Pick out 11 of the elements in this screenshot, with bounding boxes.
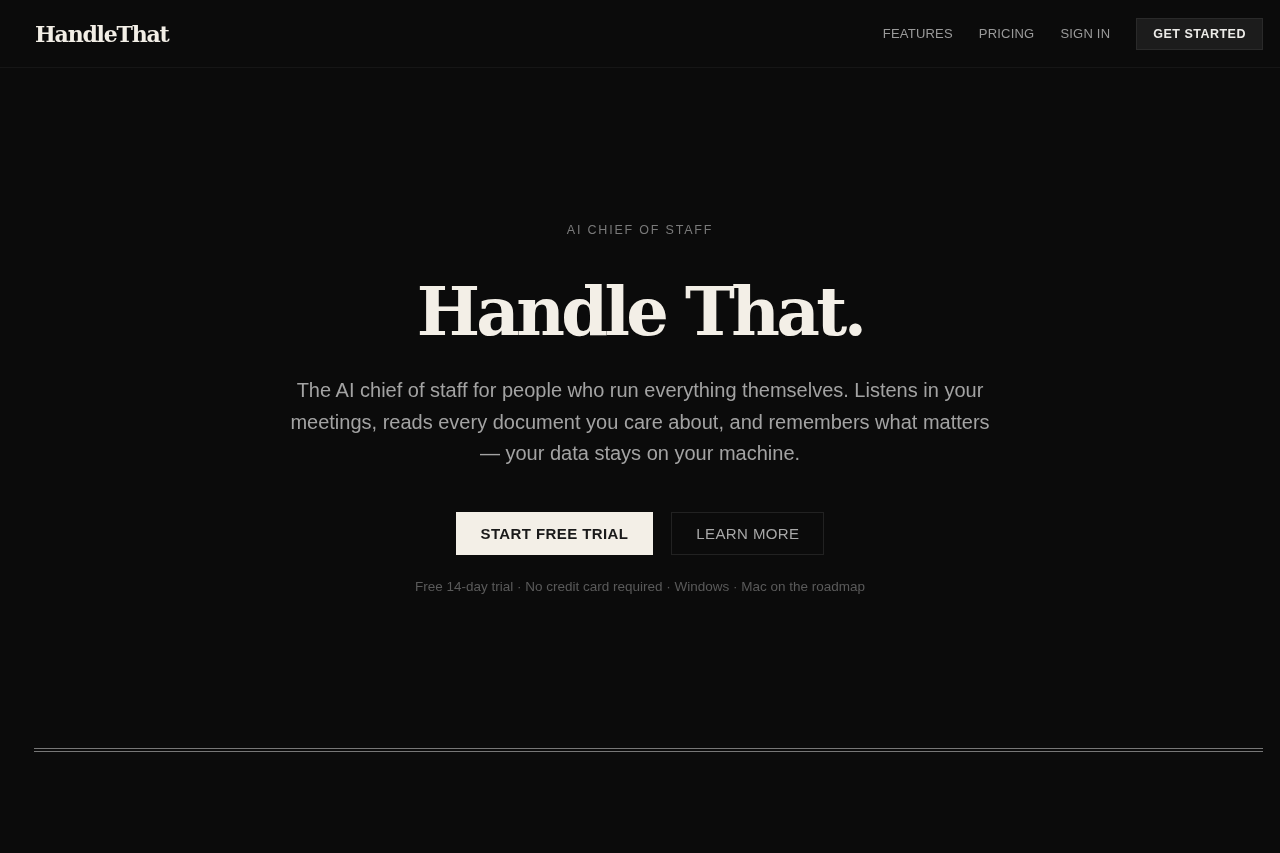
- trial-note: Free 14-day trial · No credit card required · Windows · Mac on the roadmap: [414, 578, 866, 594]
- start-trial-button[interactable]: START FREE TRIAL: [455, 511, 654, 555]
- nav-link[interactable]: PRICING: [978, 26, 1035, 41]
- eyebrow-label: AI CHIEF OF STAFF: [566, 223, 714, 237]
- get-started-button[interactable]: GET STARTED: [1136, 17, 1263, 50]
- nav-link[interactable]: FEATURES: [882, 26, 953, 41]
- learn-more-button[interactable]: LEARN MORE: [671, 511, 825, 555]
- hero-title: Handle That.: [416, 271, 864, 353]
- hero-description: The AI chief of staff for people who run everything themselves. Listens in your meetings, reads every document you care about, and remembers what matters — your data stays on your machine.: [289, 378, 991, 466]
- nav-link[interactable]: SIGN IN: [1060, 26, 1111, 41]
- logo-link[interactable]: HandleThat: [35, 20, 169, 47]
